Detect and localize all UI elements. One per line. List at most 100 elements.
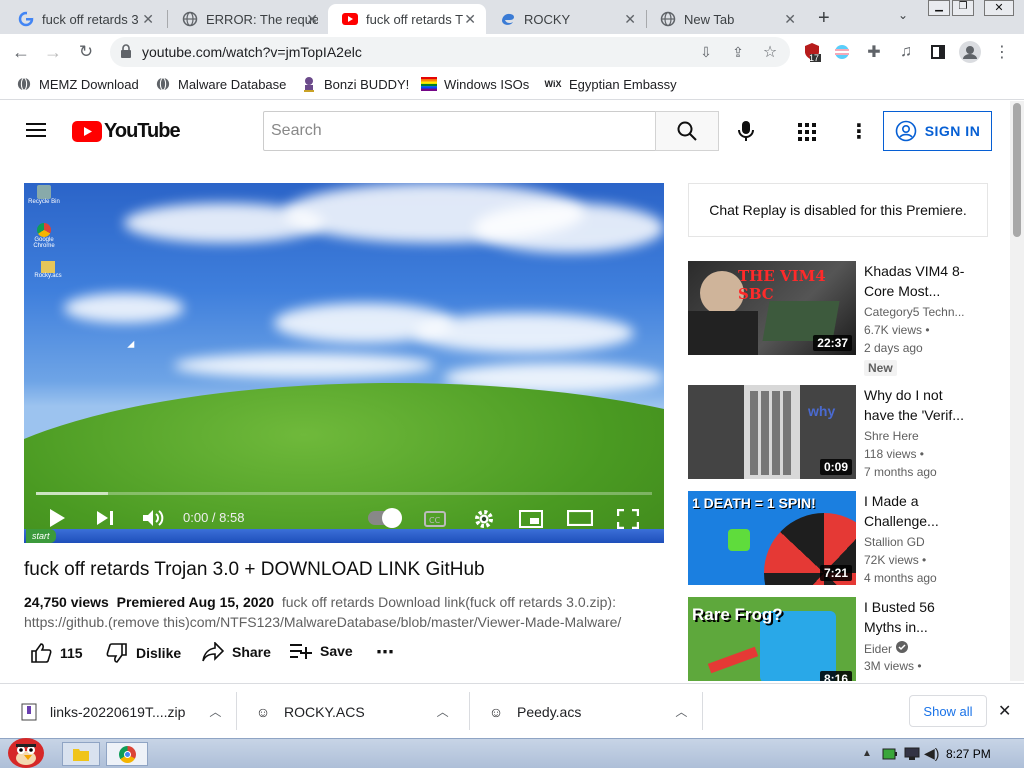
tab-5[interactable]: New Tab ✕	[646, 4, 806, 34]
reload-icon[interactable]: ↻	[74, 40, 98, 64]
recommended-video[interactable]: why 0:09 Why do I not have the 'Verif...…	[688, 385, 988, 480]
recommended-title[interactable]: Khadas VIM4 8-Core Most...	[864, 261, 976, 301]
media-control-icon[interactable]: ♫	[894, 40, 918, 64]
flag-extension-icon[interactable]	[830, 40, 854, 64]
extension-shield-icon[interactable]: 17	[800, 40, 824, 64]
apps-grid-icon[interactable]	[798, 123, 816, 146]
video-description[interactable]: 24,750 views Premiered Aug 15, 2020 fuck…	[24, 592, 664, 632]
show-all-downloads-button[interactable]: Show all	[909, 695, 987, 727]
recommended-video[interactable]: 1 DEATH = 1 SPIN! 7:21 I Made a Challeng…	[688, 491, 988, 586]
start-button[interactable]	[4, 731, 48, 769]
side-panel-icon[interactable]	[926, 40, 950, 64]
share-icon[interactable]: ⇪	[726, 40, 750, 64]
video-player[interactable]: Recycle Bin Google Chrome Rocky.acs 0:00…	[24, 183, 664, 543]
recommended-video[interactable]: THE VIM4 SBC 22:37 Khadas VIM4 8-Core Mo…	[688, 261, 988, 356]
fullscreen-icon[interactable]	[617, 509, 639, 529]
volume-icon[interactable]	[142, 509, 164, 527]
lock-icon[interactable]	[120, 44, 132, 63]
puzzle-extensions-icon[interactable]: ✚	[862, 40, 886, 64]
system-clock[interactable]: 8:27 PM	[946, 747, 991, 761]
theater-mode-icon[interactable]	[567, 510, 593, 526]
xp-start-button: start	[26, 529, 56, 543]
upload-age: 4 months ago	[864, 571, 937, 585]
next-icon[interactable]	[96, 510, 114, 526]
channel-name[interactable]: Category5 Techn...	[864, 305, 976, 319]
more-actions-icon[interactable]: ⋯	[376, 642, 394, 663]
show-hidden-icons-icon[interactable]: ▲	[862, 748, 872, 759]
profile-avatar-icon[interactable]	[958, 40, 982, 64]
save-button[interactable]: Save	[290, 642, 353, 660]
download-item[interactable]: ☺ Peedy.acs ︿	[487, 684, 688, 739]
video-thumbnail[interactable]: Rare Frog? 8:16	[688, 597, 856, 681]
close-icon[interactable]: ✕	[784, 11, 796, 28]
back-icon[interactable]: ←	[9, 40, 33, 64]
taskbar-chrome[interactable]	[106, 742, 148, 766]
like-button[interactable]: 115	[30, 642, 83, 664]
sign-in-button[interactable]: SIGN IN	[883, 111, 992, 151]
close-icon[interactable]: ✕	[464, 11, 476, 28]
bookmark-windows-isos[interactable]: Windows ISOs	[421, 76, 529, 92]
video-thumbnail[interactable]: 1 DEATH = 1 SPIN! 7:21	[688, 491, 856, 585]
minimize-button[interactable]: ▁	[928, 0, 950, 16]
bookmark-egyptian-embassy[interactable]: WiX Egyptian Embassy	[544, 76, 677, 92]
video-thumbnail[interactable]: THE VIM4 SBC 22:37	[688, 261, 856, 355]
settings-gear-icon[interactable]	[473, 508, 495, 530]
install-app-icon[interactable]: ⇩	[694, 40, 718, 64]
play-icon[interactable]	[48, 508, 66, 528]
hamburger-menu-icon[interactable]	[26, 122, 46, 143]
close-icon[interactable]: ✕	[624, 11, 636, 28]
close-downloads-icon[interactable]: ✕	[998, 701, 1011, 721]
tab-2[interactable]: ERROR: The reque ✕	[168, 4, 328, 34]
dislike-label: Dislike	[136, 645, 182, 661]
restore-button[interactable]: ❐	[952, 0, 974, 16]
recommended-title[interactable]: I Busted 56 Myths in...	[864, 597, 976, 637]
youtube-logo[interactable]: YouTube	[72, 120, 181, 143]
chevron-down-icon[interactable]: ⌄	[898, 8, 908, 22]
tab-3-active[interactable]: fuck off retards T ✕	[328, 4, 486, 34]
channel-name-row[interactable]: Eider	[864, 641, 976, 656]
recommended-title[interactable]: I Made a Challenge...	[864, 491, 976, 531]
autoplay-toggle[interactable]	[368, 508, 402, 528]
chat-replay-text: Chat Replay is disabled for this Premier…	[709, 202, 967, 218]
download-item[interactable]: links-20220619T....zip ︿	[20, 684, 221, 739]
page-scrollbar[interactable]	[1010, 101, 1024, 681]
dislike-button[interactable]: Dislike	[106, 642, 181, 664]
thumbnail-text: 1 DEATH = 1 SPIN!	[692, 495, 816, 511]
battery-icon[interactable]	[882, 747, 898, 765]
bookmark-label: Bonzi BUDDY!	[324, 76, 410, 92]
close-icon[interactable]: ✕	[142, 11, 154, 28]
tab-1[interactable]: fuck off retards 3 ✕	[4, 4, 164, 34]
settings-more-icon[interactable]: ⋮	[849, 119, 869, 144]
chevron-up-icon[interactable]: ︿	[209, 703, 221, 720]
subtitles-icon[interactable]: CC	[424, 511, 446, 527]
new-tab-icon[interactable]: +	[818, 7, 830, 30]
address-bar[interactable]: youtube.com/watch?v=jmTopIA2elc ⇩ ⇪ ☆	[110, 37, 790, 67]
voice-search-icon[interactable]	[738, 121, 754, 146]
window-close-button[interactable]: ✕	[984, 0, 1014, 16]
recommended-title[interactable]: Why do I not have the 'Verif...	[864, 385, 976, 425]
bookmark-star-icon[interactable]: ☆	[758, 40, 782, 64]
share-button[interactable]: Share	[202, 642, 271, 662]
network-icon[interactable]	[904, 747, 920, 766]
volume-icon[interactable]: ◀)	[924, 745, 939, 762]
search-input[interactable]: Search	[263, 111, 656, 151]
chevron-up-icon[interactable]: ︿	[675, 703, 687, 720]
bookmark-bonzi-buddy[interactable]: Bonzi BUDDY!	[301, 76, 409, 92]
chevron-up-icon[interactable]: ︿	[437, 703, 449, 720]
search-button[interactable]	[655, 111, 719, 151]
video-thumbnail[interactable]: why 0:09	[688, 385, 856, 479]
forward-icon[interactable]: →	[41, 40, 65, 64]
close-icon[interactable]: ✕	[306, 11, 318, 28]
bookmark-memz[interactable]: MEMZ Download	[16, 76, 139, 92]
channel-name[interactable]: Stallion GD	[864, 535, 976, 549]
recommended-video[interactable]: Rare Frog? 8:16 I Busted 56 Myths in... …	[688, 597, 988, 681]
tab-4[interactable]: ROCKY ✕	[486, 4, 646, 34]
share-arrow-icon	[202, 642, 224, 662]
download-item[interactable]: ☺ ROCKY.ACS ︿	[254, 684, 449, 739]
channel-name[interactable]: Shre Here	[864, 429, 976, 443]
progress-bar[interactable]	[36, 492, 652, 495]
bookmark-malware-database[interactable]: Malware Database	[155, 76, 286, 92]
taskbar-explorer[interactable]	[62, 742, 100, 766]
miniplayer-icon[interactable]	[519, 510, 543, 528]
more-vert-icon[interactable]: ⋮	[990, 40, 1014, 64]
